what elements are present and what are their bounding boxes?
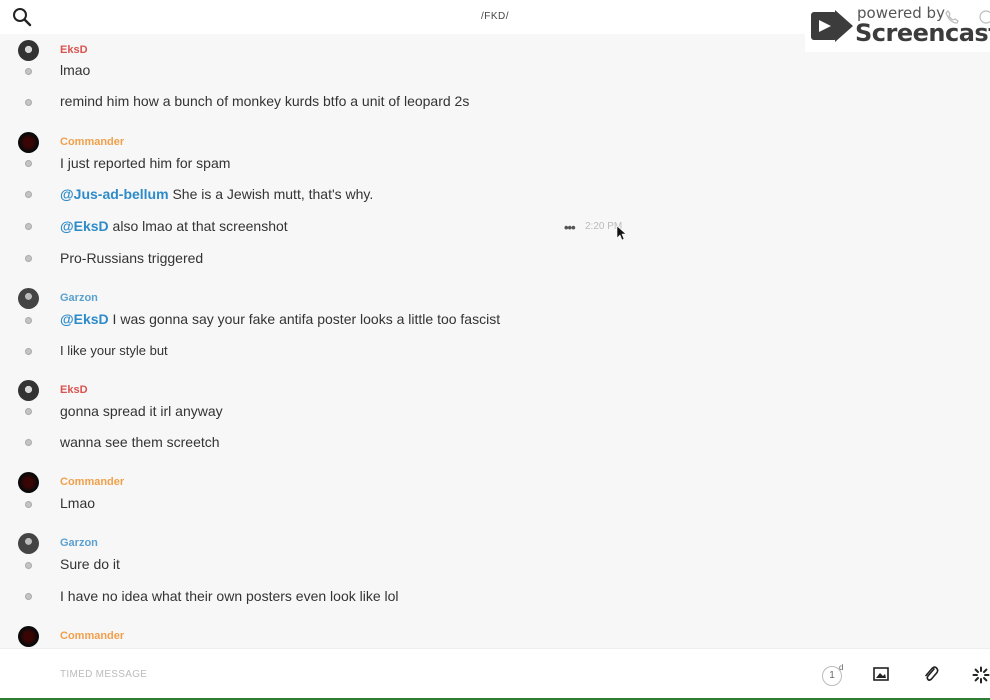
timer-unit-label: d xyxy=(839,663,844,672)
read-status-dot xyxy=(25,223,32,230)
image-icon[interactable] xyxy=(873,666,889,687)
avatar[interactable] xyxy=(18,40,39,61)
read-status-dot xyxy=(25,191,32,198)
read-status-dot xyxy=(25,68,32,75)
message-text: @EksD I was gonna say your fake antifa p… xyxy=(60,311,500,327)
phone-icon[interactable] xyxy=(945,10,959,29)
message-author[interactable]: Commander xyxy=(60,476,124,488)
message-text: I just reported him for spam xyxy=(60,155,231,171)
user-mention[interactable]: @EksD xyxy=(60,218,109,234)
read-status-dot xyxy=(25,99,32,106)
user-mention[interactable]: @Jus-ad-bellum xyxy=(60,186,169,202)
message-author[interactable]: EksD xyxy=(60,384,88,396)
read-status-dot xyxy=(25,501,32,508)
message-text: gonna spread it irl anyway xyxy=(60,403,223,419)
avatar[interactable] xyxy=(18,472,39,493)
message-list[interactable]: EksD lmao remind him how a bunch of monk… xyxy=(0,34,990,648)
read-status-dot xyxy=(25,593,32,600)
message-text-segment: I was gonna say your fake antifa poster … xyxy=(108,311,501,327)
message-text-segment: She is a Jewish mutt, that's why. xyxy=(168,186,374,202)
message-author[interactable]: Garzon xyxy=(60,292,98,304)
avatar[interactable] xyxy=(18,533,39,554)
read-status-dot xyxy=(25,439,32,446)
avatar[interactable] xyxy=(18,288,39,309)
message-text: I have no idea what their own posters ev… xyxy=(60,588,399,604)
read-status-dot xyxy=(25,562,32,569)
read-status-dot xyxy=(25,255,32,262)
read-status-dot xyxy=(25,408,32,415)
message-author[interactable]: Commander xyxy=(60,630,124,642)
mouse-cursor-icon xyxy=(616,225,627,245)
paperclip-icon[interactable] xyxy=(923,665,939,688)
message-author[interactable]: Garzon xyxy=(60,537,98,549)
message-text: lmao xyxy=(60,62,91,78)
read-status-dot xyxy=(25,317,32,324)
message-text: @Jus-ad-bellum She is a Jewish mutt, tha… xyxy=(60,186,373,202)
message-composer: 1 d xyxy=(0,648,990,698)
message-text: Sure do it xyxy=(60,556,120,572)
message-text: Lmao xyxy=(60,495,96,511)
message-text: I like your style but xyxy=(60,343,168,358)
read-status-dot xyxy=(25,348,32,355)
avatar[interactable] xyxy=(18,626,39,647)
message-author[interactable]: Commander xyxy=(60,136,124,148)
message-text: @EksD also lmao at that screenshot xyxy=(60,218,288,234)
message-text: remind him how a bunch of monkey kurds b… xyxy=(60,93,470,109)
avatar[interactable] xyxy=(18,132,39,153)
message-input[interactable] xyxy=(60,663,760,685)
message-options-button[interactable]: ••• xyxy=(564,220,576,235)
loading-spinner-icon[interactable] xyxy=(972,666,990,689)
message-author[interactable]: EksD xyxy=(60,44,88,56)
user-mention[interactable]: @EksD xyxy=(60,311,109,327)
message-text: wanna see them screetch xyxy=(60,434,220,450)
avatar[interactable] xyxy=(18,380,39,401)
message-text: Pro-Russians triggered xyxy=(60,250,204,266)
message-text-segment: also lmao at that screenshot xyxy=(108,218,288,234)
info-icon[interactable] xyxy=(979,10,990,29)
read-status-dot xyxy=(25,160,32,167)
